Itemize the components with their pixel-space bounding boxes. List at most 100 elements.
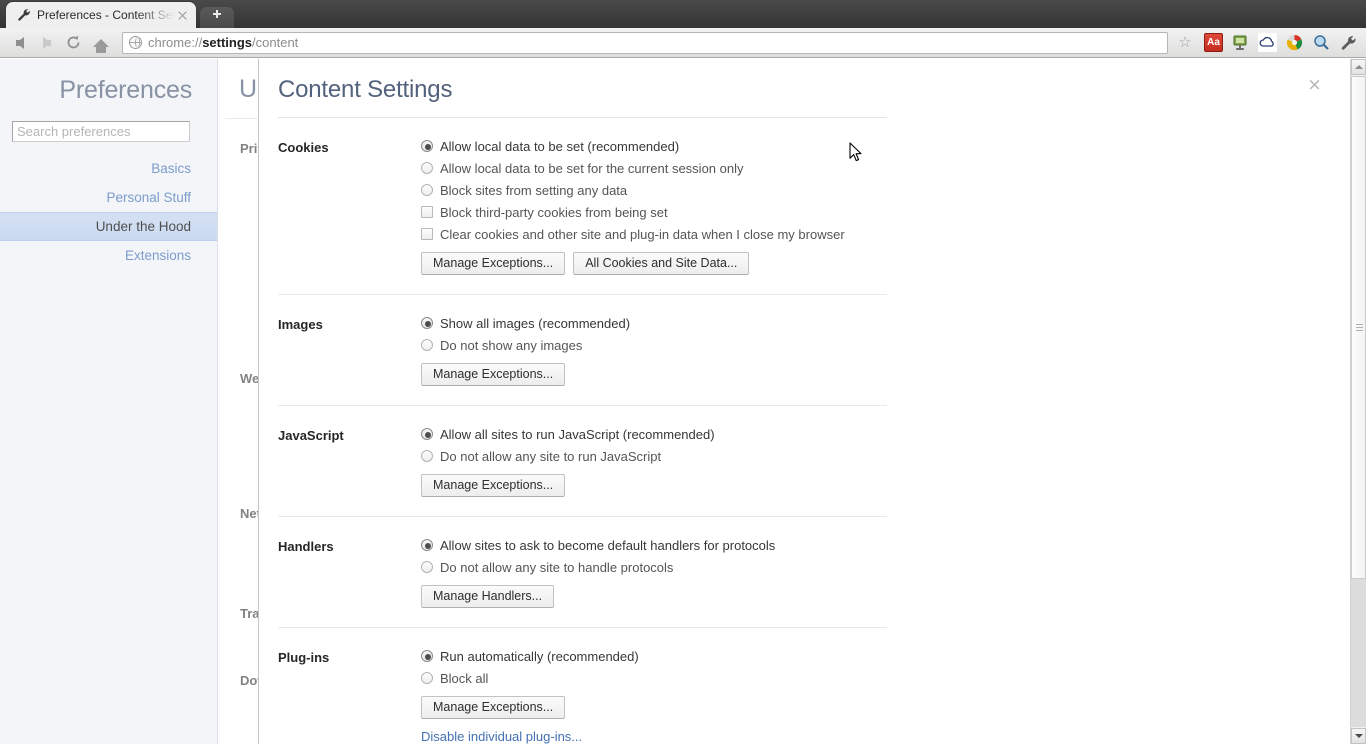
globe-icon	[129, 36, 142, 49]
settings-page: Preferences Basics Personal Stuff Under …	[0, 59, 1366, 744]
section-label-javascript: JavaScript	[278, 428, 344, 443]
section-images: Images Show all images (recommended) Do …	[278, 294, 887, 386]
option-label: Allow local data to be set for the curre…	[440, 161, 744, 176]
option-label: Do not allow any site to handle protocol…	[440, 560, 674, 575]
section-plugins: Plug-ins Run automatically (recommended)…	[278, 627, 887, 744]
chrome-extension-icon[interactable]	[1285, 33, 1304, 52]
star-icon: ☆	[1178, 34, 1192, 51]
section-label-plugins: Plug-ins	[278, 650, 330, 665]
manage-exceptions-javascript-button[interactable]: Manage Exceptions...	[421, 474, 566, 497]
option-row[interactable]: Allow local data to be set (recommended)	[421, 139, 887, 154]
checkbox-block-third-party[interactable]	[421, 206, 433, 218]
radio-block-all-data[interactable]	[421, 184, 433, 196]
reload-icon	[67, 35, 80, 49]
option-label: Show all images (recommended)	[440, 316, 631, 331]
scrollbar-thumb[interactable]	[1351, 76, 1366, 579]
section-options-images: Show all images (recommended) Do not sho…	[421, 316, 887, 386]
section-options-handlers: Allow sites to ask to become default han…	[421, 538, 887, 608]
radio-block-javascript[interactable]	[421, 450, 433, 462]
all-cookies-and-site-data-button[interactable]: All Cookies and Site Data...	[573, 252, 750, 275]
option-row[interactable]: Do not allow any site to run JavaScript	[421, 449, 887, 464]
radio-allow-javascript[interactable]	[421, 428, 433, 440]
cloud-extension-icon[interactable]	[1258, 33, 1277, 52]
manage-handlers-button[interactable]: Manage Handlers...	[421, 585, 555, 608]
address-bar-url: chrome://settings/content	[148, 35, 299, 50]
option-label: Do not show any images	[440, 338, 583, 353]
option-row[interactable]: Allow sites to ask to become default han…	[421, 538, 887, 553]
section-cookies: Cookies Allow local data to be set (reco…	[278, 118, 887, 275]
cookies-button-row: Manage Exceptions... All Cookies and Sit…	[421, 252, 887, 275]
option-row[interactable]: Run automatically (recommended)	[421, 649, 887, 664]
option-row[interactable]: Do not allow any site to handle protocol…	[421, 560, 887, 575]
content-settings-dialog: × Content Settings Cookies Allow local d…	[258, 59, 1351, 744]
radio-allow-local-data[interactable]	[421, 140, 433, 152]
option-row[interactable]: Allow all sites to run JavaScript (recom…	[421, 427, 887, 442]
settings-sections: Cookies Allow local data to be set (reco…	[259, 118, 1351, 744]
option-row[interactable]: Do not show any images	[421, 338, 887, 353]
option-row[interactable]: Block third-party cookies from being set	[421, 205, 887, 220]
disable-individual-plugins-link[interactable]: Disable individual plug-ins...	[421, 729, 582, 744]
section-label-cookies: Cookies	[278, 140, 329, 155]
back-button[interactable]	[6, 30, 33, 56]
option-label: Block third-party cookies from being set	[440, 205, 668, 220]
tab-title: Preferences - Content Set	[37, 8, 175, 22]
radio-allow-session-only[interactable]	[421, 162, 433, 174]
font-size-extension-icon[interactable]: Aa	[1204, 33, 1223, 52]
tab-strip: Preferences - Content Set	[0, 0, 1366, 28]
radio-do-not-show-images[interactable]	[421, 339, 433, 351]
option-row[interactable]: Block sites from setting any data	[421, 183, 887, 198]
extension-icons: Aa	[1204, 33, 1358, 52]
option-label: Allow all sites to run JavaScript (recom…	[440, 427, 715, 442]
home-button[interactable]	[87, 30, 114, 56]
section-options-plugins: Run automatically (recommended) Block al…	[421, 649, 887, 744]
scrollbar-grip-icon	[1356, 323, 1363, 332]
customize-menu-icon[interactable]	[1339, 33, 1358, 52]
chevron-up-icon	[1354, 65, 1363, 69]
tab-close-icon[interactable]	[175, 8, 190, 23]
option-row[interactable]: Show all images (recommended)	[421, 316, 887, 331]
bookmark-star-button[interactable]: ☆	[1174, 32, 1196, 54]
section-label-handlers: Handlers	[278, 539, 334, 554]
option-row[interactable]: Clear cookies and other site and plug-in…	[421, 227, 887, 242]
option-label: Allow sites to ask to become default han…	[440, 538, 776, 553]
radio-block-handlers[interactable]	[421, 561, 433, 573]
browser-tab[interactable]: Preferences - Content Set	[6, 2, 196, 28]
section-options-javascript: Allow all sites to run JavaScript (recom…	[421, 427, 887, 497]
option-row[interactable]: Block all	[421, 671, 887, 686]
scroll-down-button[interactable]	[1351, 728, 1366, 744]
radio-show-all-images[interactable]	[421, 317, 433, 329]
new-tab-button[interactable]	[200, 7, 234, 28]
screen-capture-extension-icon[interactable]	[1231, 33, 1250, 52]
section-label-images: Images	[278, 317, 323, 332]
radio-allow-handlers[interactable]	[421, 539, 433, 551]
option-label: Run automatically (recommended)	[440, 649, 639, 664]
option-row[interactable]: Allow local data to be set for the curre…	[421, 161, 887, 176]
browser-toolbar: chrome://settings/content ☆ Aa	[0, 28, 1366, 58]
checkbox-clear-on-close[interactable]	[421, 228, 433, 240]
dialog-title: Content Settings	[278, 76, 453, 103]
images-button-row: Manage Exceptions...	[421, 363, 887, 386]
manage-exceptions-plugins-button[interactable]: Manage Exceptions...	[421, 696, 566, 719]
option-label: Do not allow any site to run JavaScript	[440, 449, 662, 464]
radio-run-plugins-automatically[interactable]	[421, 650, 433, 662]
option-label: Allow local data to be set (recommended)	[440, 139, 680, 154]
javascript-button-row: Manage Exceptions...	[421, 474, 887, 497]
vertical-scrollbar[interactable]	[1350, 59, 1366, 744]
radio-block-all-plugins[interactable]	[421, 672, 433, 684]
address-bar[interactable]: chrome://settings/content	[122, 31, 1168, 54]
forward-button[interactable]	[33, 30, 60, 56]
reload-button[interactable]	[60, 30, 87, 56]
zoom-search-extension-icon[interactable]	[1312, 33, 1331, 52]
wrench-icon	[16, 7, 32, 23]
forward-arrow-icon	[42, 36, 51, 49]
manage-exceptions-images-button[interactable]: Manage Exceptions...	[421, 363, 566, 386]
manage-exceptions-cookies-button[interactable]: Manage Exceptions...	[421, 252, 566, 275]
back-arrow-icon	[15, 36, 24, 49]
close-icon[interactable]: ×	[1306, 77, 1323, 95]
option-label: Clear cookies and other site and plug-in…	[440, 227, 845, 242]
section-options-cookies: Allow local data to be set (recommended)…	[421, 139, 887, 275]
scrollbar-track-lower[interactable]	[1351, 579, 1366, 727]
chevron-down-icon	[1354, 734, 1363, 738]
option-label: Block all	[440, 671, 489, 686]
scroll-up-button[interactable]	[1351, 59, 1366, 75]
